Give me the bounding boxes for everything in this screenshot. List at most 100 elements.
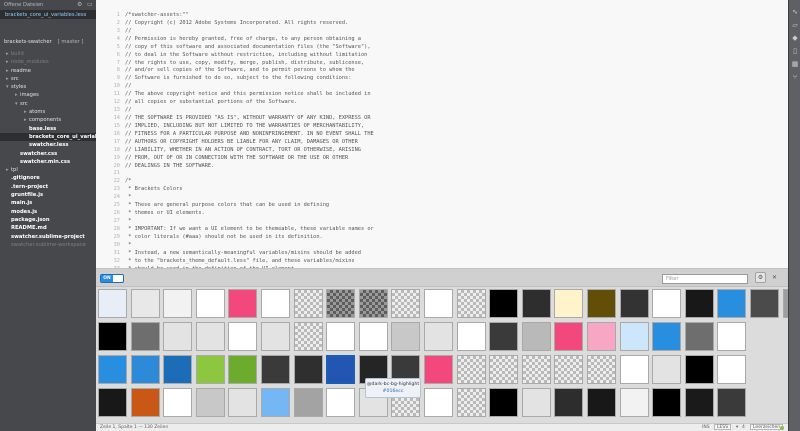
color-swatch[interactable] (228, 322, 258, 351)
color-swatch[interactable] (228, 289, 258, 318)
color-swatch[interactable] (195, 388, 225, 417)
color-swatch[interactable] (684, 355, 714, 384)
color-swatch[interactable] (619, 355, 649, 384)
code-text[interactable]: /*swatcher-assets:""// Copyright (c) 201… (125, 12, 784, 268)
color-swatch[interactable] (98, 289, 127, 318)
tree-item[interactable]: main.js (0, 199, 96, 207)
spaces-count[interactable]: 4 (742, 425, 745, 430)
code-editor[interactable]: 1 2 3 4 5 6 7 8 9 10 11 12 13 14 15 16 17 18 19 20 21 22 23 24 2… (96, 0, 788, 268)
tree-item[interactable]: ▸ images (0, 91, 96, 99)
tree-item[interactable]: base.less (0, 125, 96, 133)
color-swatch[interactable] (358, 289, 388, 318)
color-swatch[interactable] (424, 388, 453, 417)
color-swatch[interactable] (587, 355, 616, 384)
color-swatch[interactable] (293, 355, 323, 384)
close-icon[interactable]: ✕ (769, 272, 780, 283)
color-swatch[interactable] (652, 289, 682, 318)
color-swatch[interactable] (619, 388, 649, 417)
tree-item[interactable]: README.md (0, 224, 96, 232)
working-file-item[interactable]: brackets_core_ui_variables.less (0, 10, 96, 19)
color-swatch[interactable] (456, 388, 486, 417)
color-swatch[interactable] (130, 388, 160, 417)
color-swatch[interactable] (717, 289, 747, 318)
color-swatch[interactable] (717, 355, 747, 384)
color-swatch[interactable] (391, 289, 421, 318)
color-swatch[interactable] (456, 289, 486, 318)
color-swatch[interactable] (228, 355, 258, 384)
color-swatch[interactable] (684, 388, 714, 417)
color-swatch[interactable] (619, 289, 649, 318)
color-swatch[interactable] (261, 289, 290, 318)
color-swatch[interactable] (261, 388, 290, 417)
color-swatch[interactable] (717, 322, 747, 351)
linter-status-icon[interactable] (780, 426, 784, 430)
color-swatch[interactable] (98, 322, 127, 351)
git-icon[interactable]: ⑂ (789, 71, 800, 83)
color-swatch[interactable] (293, 289, 323, 318)
color-swatch[interactable] (293, 322, 323, 351)
gear-icon[interactable]: ⚙ (755, 272, 766, 283)
color-swatch[interactable] (652, 355, 682, 384)
indent-mode-toggle[interactable]: Leerzeichen (750, 424, 784, 430)
color-swatch[interactable] (587, 388, 616, 417)
color-swatch[interactable] (587, 289, 616, 318)
tree-item[interactable]: ▸ src (0, 75, 96, 83)
color-swatch[interactable] (717, 388, 747, 417)
color-swatch[interactable] (587, 322, 616, 351)
tree-item[interactable]: ▸ node_modules (0, 58, 96, 66)
color-swatch[interactable] (326, 355, 356, 384)
tree-item[interactable]: swatcher.sublime-project (0, 233, 96, 241)
color-swatch[interactable] (326, 388, 356, 417)
tree-item[interactable]: ▾ src (0, 100, 96, 108)
color-swatch[interactable] (684, 322, 714, 351)
lego-icon[interactable]: ◆ (789, 32, 800, 44)
color-swatch[interactable] (358, 322, 388, 351)
tree-item[interactable]: package.json (0, 216, 96, 224)
color-swatch[interactable] (163, 289, 193, 318)
color-swatch[interactable] (684, 289, 714, 318)
tree-item[interactable]: .tern-project (0, 183, 96, 191)
color-swatch[interactable] (326, 289, 356, 318)
color-swatch[interactable] (424, 322, 453, 351)
tree-item[interactable]: ▸ readme (0, 67, 96, 75)
tree-item[interactable]: ▸ tpl (0, 166, 96, 174)
color-swatch[interactable] (130, 322, 160, 351)
color-swatch[interactable] (489, 388, 519, 417)
color-swatch[interactable] (619, 322, 649, 351)
color-swatch[interactable] (521, 388, 551, 417)
tree-item[interactable]: brackets_core_ui_variables.less (0, 132, 96, 142)
tree-item[interactable]: ▾ styles (0, 83, 96, 91)
color-swatch[interactable] (195, 322, 225, 351)
color-swatch[interactable] (489, 289, 519, 318)
color-swatch[interactable] (424, 355, 453, 384)
color-swatch[interactable] (554, 388, 584, 417)
on-toggle[interactable]: ON (100, 274, 124, 283)
color-swatch[interactable] (554, 289, 584, 318)
split-view-icon[interactable]: ▭ (87, 1, 93, 8)
tree-item[interactable]: swatcher.less (0, 141, 96, 149)
color-swatch[interactable] (489, 355, 519, 384)
color-swatch[interactable] (554, 355, 584, 384)
tree-item[interactable]: .gitignore (0, 174, 96, 182)
extension-manager-icon[interactable]: ▱ (789, 19, 800, 31)
color-swatch[interactable] (652, 322, 682, 351)
tree-item[interactable]: modes.js (0, 208, 96, 216)
color-swatch[interactable] (98, 355, 127, 384)
color-swatch[interactable] (521, 289, 551, 318)
filter-input[interactable] (662, 274, 748, 284)
device-icon[interactable]: ▯ (789, 45, 800, 57)
tree-item[interactable]: ▸ build (0, 50, 96, 58)
color-swatch[interactable] (195, 289, 225, 318)
color-swatch[interactable] (293, 388, 323, 417)
color-swatch[interactable] (554, 322, 584, 351)
color-swatch[interactable] (261, 355, 290, 384)
live-preview-icon[interactable]: ∿ (789, 6, 800, 18)
tree-item[interactable]: ▸ components (0, 116, 96, 124)
tree-item[interactable]: ▸ atoms (0, 108, 96, 116)
color-swatch[interactable] (163, 388, 193, 417)
color-swatch[interactable] (261, 322, 290, 351)
palette-icon[interactable]: ▦ (789, 58, 800, 70)
tree-item[interactable]: gruntfile.js (0, 191, 96, 199)
color-swatch[interactable] (98, 388, 127, 417)
git-branch[interactable]: [ master ] (58, 39, 84, 45)
